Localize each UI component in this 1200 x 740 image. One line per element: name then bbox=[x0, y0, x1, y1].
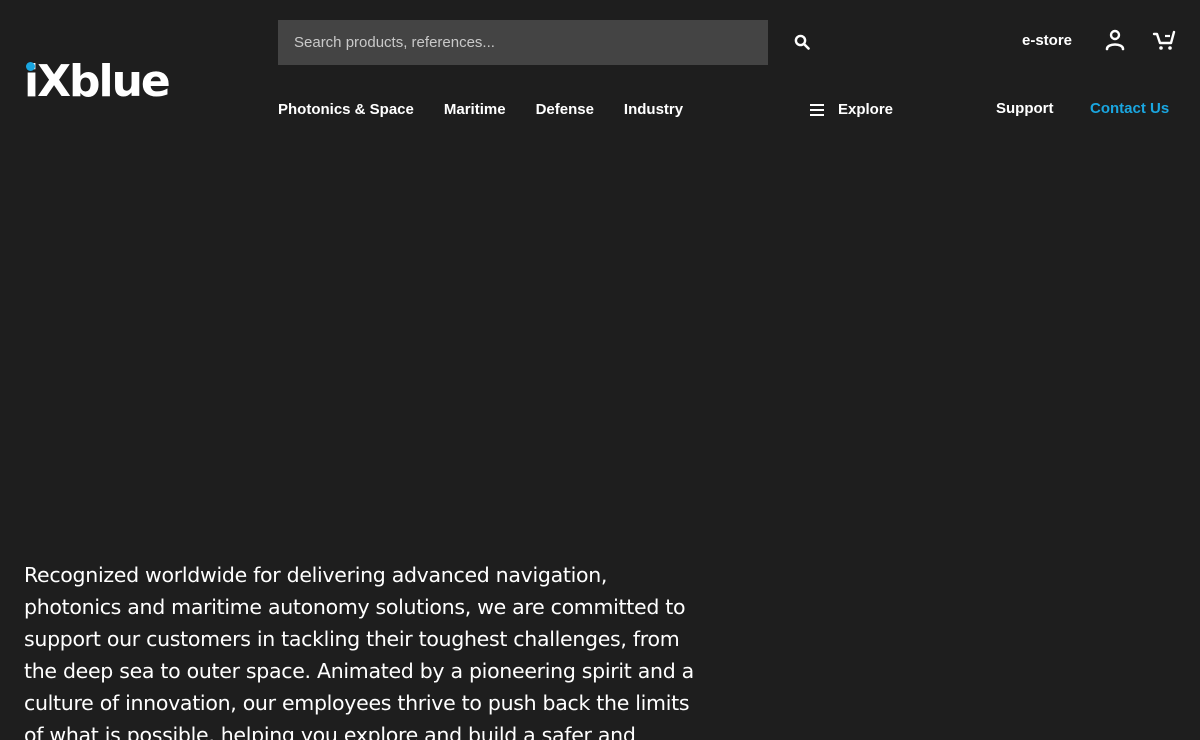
logo-text: iXblue bbox=[24, 56, 171, 107]
logo[interactable]: iXblue bbox=[24, 56, 171, 107]
nav-item-defense[interactable]: Defense bbox=[536, 100, 594, 120]
cart-button[interactable] bbox=[1151, 28, 1177, 52]
account-button[interactable] bbox=[1103, 28, 1127, 52]
page: iXblue e-store Photonics & Space Maritim… bbox=[0, 0, 1200, 740]
search-input[interactable] bbox=[278, 20, 768, 65]
user-icon bbox=[1105, 29, 1125, 51]
menu-icon bbox=[810, 104, 824, 116]
contact-us-link[interactable]: Contact Us bbox=[1090, 100, 1169, 118]
nav-item-industry[interactable]: Industry bbox=[624, 100, 683, 120]
nav-item-maritime[interactable]: Maritime bbox=[444, 100, 506, 120]
support-link[interactable]: Support bbox=[996, 100, 1054, 118]
search-icon bbox=[794, 34, 810, 50]
estore-link[interactable]: e-store bbox=[1022, 32, 1072, 49]
search-button[interactable] bbox=[786, 26, 818, 58]
explore-menu-button[interactable]: Explore bbox=[810, 100, 893, 120]
intro-paragraph: Recognized worldwide for delivering adva… bbox=[24, 563, 694, 740]
cart-icon bbox=[1152, 30, 1176, 50]
explore-label: Explore bbox=[838, 101, 894, 118]
main-nav: Photonics & Space Maritime Defense Indus… bbox=[278, 100, 683, 120]
nav-item-photonics-space[interactable]: Photonics & Space bbox=[278, 100, 414, 120]
logo-accent-dot bbox=[26, 62, 35, 71]
